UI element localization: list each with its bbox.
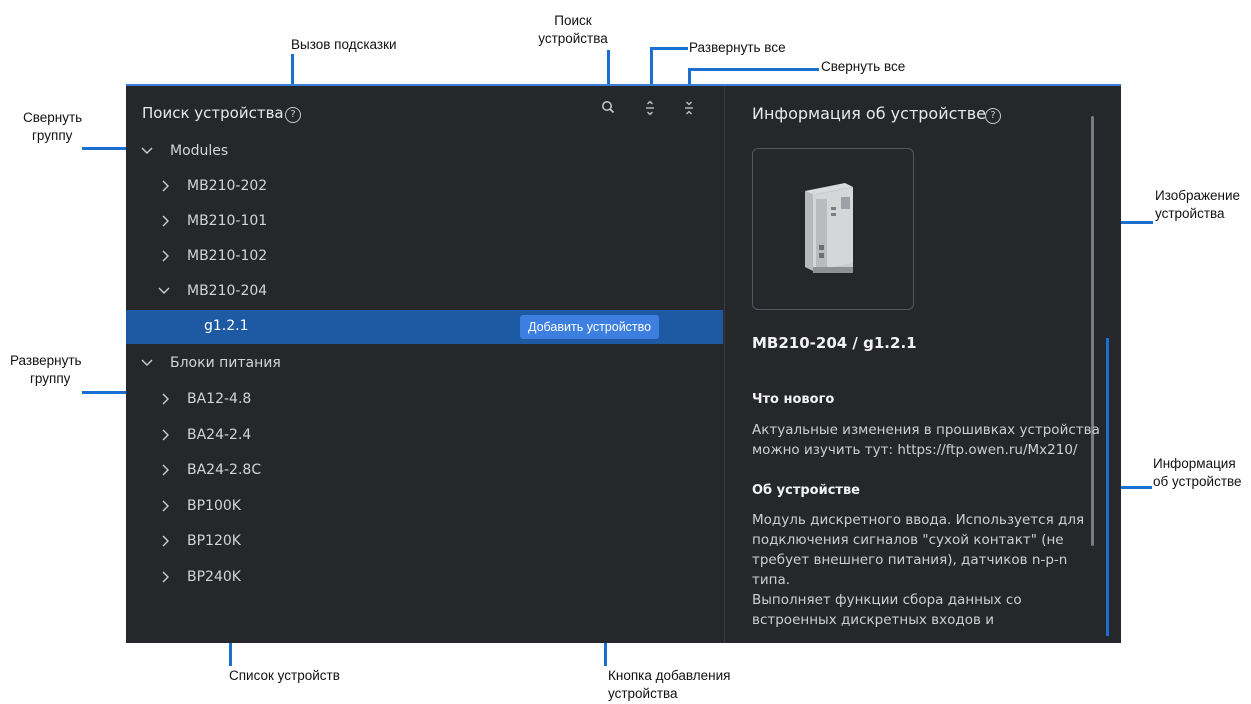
tree-item-mb210-102[interactable]: MB210-102	[126, 240, 723, 274]
callout-expand-group: Развернуть группу	[10, 352, 82, 388]
scrollbar[interactable]	[1091, 116, 1094, 546]
callout-device-info: Информация об устройстве	[1153, 455, 1242, 491]
chevron-down-icon[interactable]	[141, 144, 153, 158]
tree-item-g1-2-1[interactable]: g1.2.1 Добавить устройство	[126, 310, 723, 344]
add-device-button[interactable]: Добавить устройство	[520, 315, 660, 339]
tree-item-ba24-2-8c[interactable]: BA24-2.8C	[126, 454, 723, 488]
tree-item-bp100k[interactable]: BP100K	[126, 490, 723, 524]
expand-all-icon[interactable]	[640, 100, 660, 120]
device-list-panel: Поиск устройства ? Modules MB210-202 MB2…	[126, 86, 723, 643]
tree-label: BA12-4.8	[187, 391, 252, 407]
leader-device-info-v	[1106, 338, 1109, 636]
tree-item-mb210-101[interactable]: MB210-101	[126, 205, 723, 239]
tree-label: BP100K	[187, 498, 241, 514]
device-panel-window: Поиск устройства ? Modules MB210-202 MB2…	[126, 84, 1121, 643]
tree-item-bp120k[interactable]: BP120K	[126, 525, 723, 559]
device-info-panel: Информация об устройстве ? MB210-204 / g…	[724, 86, 1122, 643]
about-heading: Об устройстве	[752, 483, 860, 498]
tree-group-modules[interactable]: Modules	[126, 135, 723, 169]
callout-search-line2: устройства	[538, 31, 608, 46]
callout-expand-group-line1: Развернуть	[10, 353, 82, 368]
chevron-right-icon[interactable]	[160, 463, 172, 477]
chevron-down-icon[interactable]	[141, 356, 153, 370]
tree-item-bp240k[interactable]: BP240K	[126, 561, 723, 595]
question-circle-icon[interactable]: ?	[285, 107, 301, 123]
info-panel-title: Информация об устройстве	[752, 104, 986, 123]
whats-new-heading: Что нового	[752, 392, 835, 407]
about-text: Модуль дискретного ввода. Используется д…	[752, 512, 1085, 628]
chevron-down-icon[interactable]	[158, 284, 170, 298]
tree-group-power-supplies[interactable]: Блоки питания	[126, 347, 723, 381]
callout-add-button-line2: устройства	[608, 686, 678, 701]
callout-search: Поиск устройства	[534, 12, 612, 48]
tree-label: BA24-2.8C	[187, 462, 262, 478]
tree-item-mb210-202[interactable]: MB210-202	[126, 170, 723, 204]
tree-label: BA24-2.4	[187, 427, 252, 443]
tree-label: Modules	[170, 143, 229, 159]
callout-device-info-line2: об устройстве	[1153, 474, 1242, 489]
tree-label: BP120K	[187, 533, 241, 549]
chevron-right-icon[interactable]	[160, 534, 172, 548]
tree-item-ba24-2-4[interactable]: BA24-2.4	[126, 419, 723, 453]
device-name: MB210-204 / g1.2.1	[752, 334, 917, 352]
leader-collapse-all-h	[688, 68, 819, 71]
callout-device-info-line1: Информация	[1153, 456, 1236, 471]
tree-label: g1.2.1	[204, 318, 249, 334]
question-circle-icon[interactable]: ?	[985, 108, 1001, 124]
whats-new-text: Актуальные изменения в прошивках устройс…	[752, 422, 1100, 458]
tree-item-ba12-4-8[interactable]: BA12-4.8	[126, 383, 723, 417]
tree-label: BP240K	[187, 569, 241, 585]
callout-add-button-line1: Кнопка добавления	[608, 668, 731, 683]
collapse-all-icon[interactable]	[679, 100, 699, 120]
callout-device-image: Изображение устройства	[1155, 187, 1240, 223]
search-icon[interactable]	[598, 100, 618, 120]
chevron-right-icon[interactable]	[160, 214, 172, 228]
tree-label: Блоки питания	[170, 355, 281, 371]
chevron-right-icon[interactable]	[160, 428, 172, 442]
callout-collapse-all: Свернуть все	[821, 59, 906, 74]
tree-label: MB210-101	[187, 213, 268, 229]
tree-label: MB210-102	[187, 248, 268, 264]
tree-item-mb210-204[interactable]: MB210-204	[126, 275, 723, 309]
search-panel-title: Поиск устройства	[142, 104, 284, 122]
callout-expand-group-line2: группу	[30, 371, 71, 386]
callout-collapse-group-line1: Свернуть	[23, 110, 83, 125]
callout-search-line1: Поиск	[554, 13, 592, 28]
callout-hint: Вызов подсказки	[291, 37, 397, 52]
callout-add-button: Кнопка добавления устройства	[608, 667, 730, 703]
tree-label: MB210-202	[187, 178, 268, 194]
device-image	[752, 148, 914, 310]
callout-device-image-line2: устройства	[1155, 206, 1225, 221]
device-module-image	[805, 183, 853, 273]
chevron-right-icon[interactable]	[160, 249, 172, 263]
chevron-right-icon[interactable]	[160, 392, 172, 406]
callout-device-list: Список устройств	[229, 668, 340, 683]
chevron-right-icon[interactable]	[160, 570, 172, 584]
callout-collapse-group: Свернуть группу	[23, 109, 82, 145]
chevron-right-icon[interactable]	[160, 179, 172, 193]
callout-device-image-line1: Изображение	[1155, 188, 1241, 203]
callout-collapse-group-line2: группу	[32, 128, 73, 143]
leader-expand-all-h	[650, 47, 688, 50]
callout-expand-all: Развернуть все	[689, 40, 786, 55]
tree-label: MB210-204	[187, 283, 268, 299]
chevron-right-icon[interactable]	[160, 499, 172, 513]
